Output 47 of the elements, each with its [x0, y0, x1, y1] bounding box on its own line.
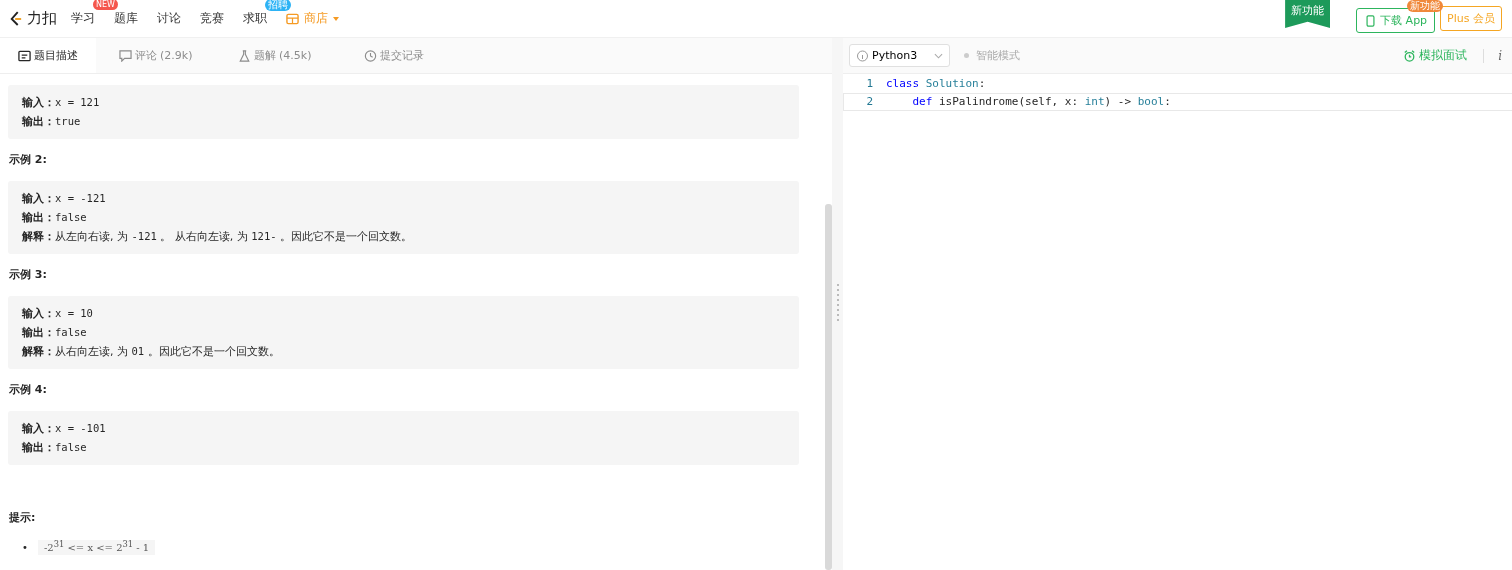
nav-badge: NEW [93, 0, 118, 10]
info-button[interactable]: i [1494, 48, 1506, 63]
nav-link[interactable]: 题库 [114, 11, 138, 25]
example-line: 输入：x = 10 [22, 306, 94, 322]
nav-badge: 招聘 [265, 0, 291, 11]
shop-icon [286, 12, 299, 25]
example-line: 解释：从左向右读, 为 -121 。 从右向左读, 为 121- 。因此它不是一个回文数。 [22, 229, 414, 245]
example-line: 输入：x = -101 [22, 421, 107, 437]
example-line: 输入：x = 121 [22, 95, 101, 111]
tab[interactable]: 题解 (4.5k) [215, 38, 334, 73]
code-text: class Solution: [886, 76, 986, 92]
info-icon [856, 49, 869, 62]
example-line: 输出：false [22, 325, 88, 341]
hint-heading: 提示: [9, 510, 37, 525]
nav-link[interactable]: 学习 [71, 11, 95, 25]
constraint-text: -2$^{31}$ <= x <= 2$^{31}$ - 1 [37, 540, 156, 556]
document-icon [18, 49, 31, 62]
chevron-icon [934, 52, 943, 59]
caret-icon [333, 16, 339, 21]
example-line: 输入：x = -121 [22, 191, 107, 207]
nav-link[interactable]: 竞赛 [200, 11, 224, 25]
example-heading: 示例 2: [9, 152, 48, 167]
new-feature-ribbon[interactable]: 新功能 [1285, 0, 1331, 28]
line-number: 1 [865, 76, 874, 92]
example-line: 输出：false [22, 440, 88, 456]
flask-icon [237, 49, 251, 62]
example-line: 输出：true [22, 114, 82, 130]
logo-text[interactable]: 力扣 [27, 9, 57, 28]
nav-link[interactable]: 求职 [243, 11, 267, 25]
example-heading: 示例 4: [9, 382, 48, 397]
line-number: 2 [865, 94, 874, 110]
bullet: • [22, 542, 28, 554]
tab[interactable]: 题目描述 [0, 38, 96, 73]
alarm-clock-icon [1403, 49, 1417, 62]
logo-icon[interactable] [10, 10, 22, 27]
download-badge: 新功能 [1407, 0, 1444, 12]
example-line: 解释：从右向左读, 为 01 。因此它不是一个回文数。 [22, 344, 281, 360]
phone-icon [1364, 14, 1378, 27]
example-line: 输出：false [22, 210, 88, 226]
tab[interactable]: 提交记录 [334, 38, 453, 73]
clock-icon [363, 49, 377, 62]
example-heading: 示例 3: [9, 267, 48, 282]
language-select[interactable]: Python3 [849, 44, 950, 67]
comment-icon [118, 49, 132, 62]
nav-link[interactable]: 讨论 [157, 11, 181, 25]
tab[interactable]: 评论 (2.9k) [96, 38, 215, 73]
code-text: def isPalindrome(self, x: int) -> bool: [911, 94, 1171, 110]
